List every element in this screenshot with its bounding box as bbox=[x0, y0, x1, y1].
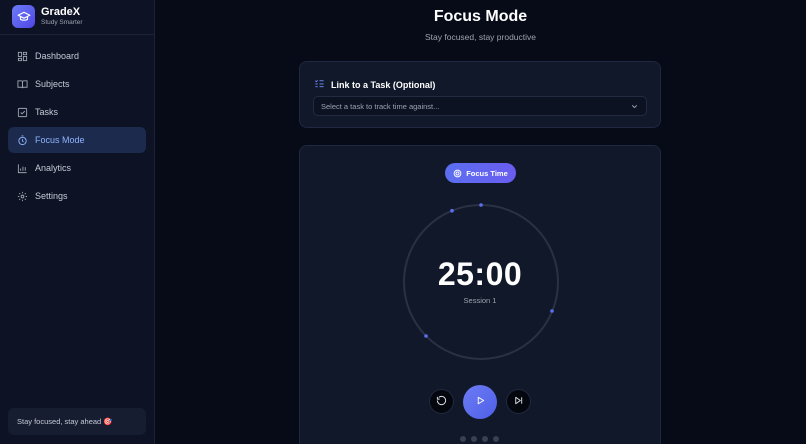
sidebar-item-label: Focus Mode bbox=[35, 135, 85, 145]
focus-time-badge[interactable]: Focus Time bbox=[445, 163, 516, 183]
sidebar-item-analytics[interactable]: Analytics bbox=[8, 155, 146, 181]
ring-marker bbox=[450, 208, 454, 213]
sidebar-item-label: Settings bbox=[35, 191, 68, 201]
ring-marker bbox=[424, 334, 428, 338]
timer-display: 25:00 bbox=[437, 256, 523, 292]
sidebar-item-label: Dashboard bbox=[35, 51, 80, 61]
brand: GradeX Study Smarter bbox=[0, 0, 154, 35]
sidebar-nav: Dashboard Subjects Tasks Focus Mode Anal… bbox=[8, 43, 146, 211]
sidebar-item-label: Subjects bbox=[35, 79, 70, 89]
reset-button[interactable] bbox=[429, 389, 454, 414]
task-link-card: Link to a Task (Optional) Select a task … bbox=[299, 61, 661, 128]
book-icon bbox=[17, 79, 28, 90]
skip-button[interactable] bbox=[506, 389, 531, 414]
list-check-icon bbox=[314, 76, 325, 94]
timer-card: Focus Time 25:00 Session 1 bbox=[299, 145, 661, 444]
sidebar-item-dashboard[interactable]: Dashboard bbox=[8, 43, 146, 69]
app-window: GradeX Study Smarter Dashboard Subjects bbox=[0, 0, 806, 444]
session-dot bbox=[482, 436, 488, 442]
sidebar: GradeX Study Smarter Dashboard Subjects bbox=[0, 0, 155, 444]
sidebar-footer-note: Stay focused, stay ahead 🎯 bbox=[8, 408, 146, 435]
play-icon bbox=[475, 393, 486, 411]
task-link-title: Link to a Task (Optional) bbox=[331, 80, 436, 90]
chevron-down-icon bbox=[630, 102, 639, 113]
dashboard-icon bbox=[17, 51, 28, 62]
timer-icon bbox=[17, 134, 28, 146]
session-dot bbox=[471, 436, 477, 442]
session-dots bbox=[460, 436, 504, 442]
session-label: Session 1 bbox=[463, 296, 497, 305]
task-select-placeholder: Select a task to track time against... bbox=[321, 101, 440, 111]
session-dot bbox=[493, 436, 499, 442]
brand-name: GradeX bbox=[41, 6, 81, 18]
main-content: Focus Mode Stay focused, stay productive… bbox=[155, 0, 806, 444]
play-button[interactable] bbox=[463, 385, 497, 419]
page-subtitle: Stay focused, stay productive bbox=[424, 32, 537, 42]
session-dot bbox=[460, 436, 466, 442]
checkbox-icon bbox=[17, 107, 28, 118]
sidebar-item-tasks[interactable]: Tasks bbox=[8, 99, 146, 125]
gear-icon bbox=[17, 191, 28, 202]
sidebar-item-subjects[interactable]: Subjects bbox=[8, 71, 146, 97]
skip-icon bbox=[513, 393, 524, 411]
page-title: Focus Mode bbox=[433, 8, 528, 25]
task-link-header: Link to a Task (Optional) bbox=[314, 76, 435, 94]
focus-time-label: Focus Time bbox=[466, 168, 508, 178]
bar-chart-icon bbox=[17, 163, 28, 174]
task-select[interactable]: Select a task to track time against... bbox=[313, 96, 647, 116]
ring-marker bbox=[550, 309, 554, 313]
ring-marker bbox=[479, 203, 483, 207]
sidebar-item-label: Tasks bbox=[35, 107, 59, 117]
sidebar-item-label: Analytics bbox=[35, 163, 72, 173]
sidebar-item-settings[interactable]: Settings bbox=[8, 183, 146, 209]
brand-tagline: Study Smarter bbox=[41, 19, 83, 26]
graduation-cap-icon bbox=[12, 5, 35, 28]
reset-icon bbox=[436, 393, 447, 411]
target-icon bbox=[453, 169, 462, 178]
sidebar-item-focus-mode[interactable]: Focus Mode bbox=[8, 127, 146, 153]
